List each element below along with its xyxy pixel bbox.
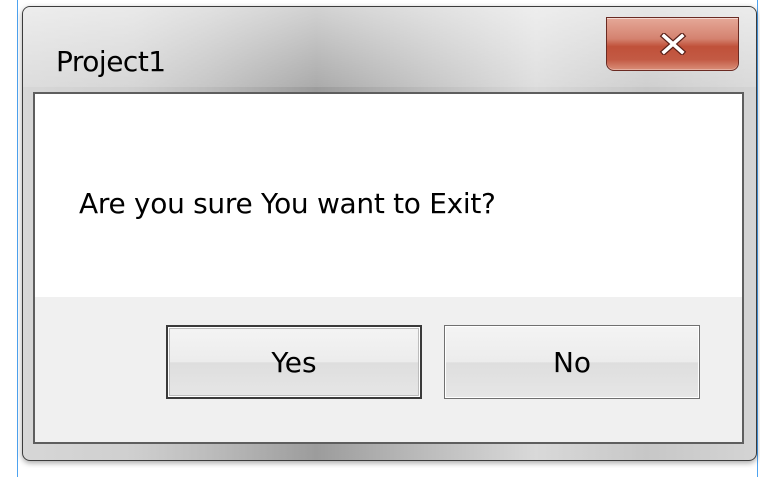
close-icon	[658, 33, 688, 55]
no-button[interactable]: No	[444, 325, 700, 399]
yes-button[interactable]: Yes	[166, 325, 422, 399]
window-title: Project1	[56, 45, 166, 78]
close-button[interactable]	[606, 17, 739, 71]
message-area: Are you sure You want to Exit?	[35, 94, 742, 297]
dialog-window: Project1 Are you sure You want to Exit? …	[22, 6, 757, 461]
desktop-edge-right	[757, 0, 758, 477]
message-text: Are you sure You want to Exit?	[79, 187, 496, 220]
dialog-client-area: Are you sure You want to Exit? Yes No	[33, 92, 744, 444]
desktop-edge-left	[17, 0, 18, 477]
